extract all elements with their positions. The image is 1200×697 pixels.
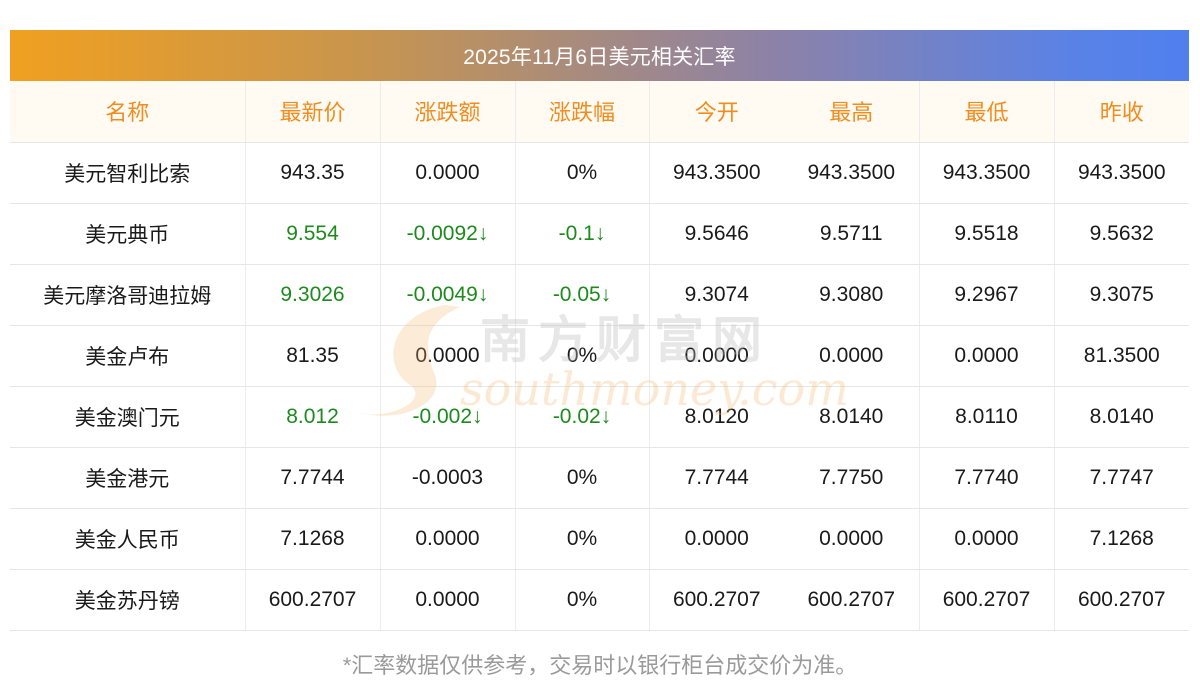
cell-change: 0.0000: [379, 569, 515, 631]
cell-open: 9.5646: [648, 203, 784, 265]
cell-change-pct: -0.02↓: [514, 386, 649, 448]
table-row: 美金港元 7.7744 -0.0003 0% 7.7744 7.7750 7.7740 7.7…: [10, 447, 1189, 509]
cell-change: 0.0000: [379, 325, 515, 387]
cell-latest: 9.3026: [244, 264, 380, 326]
cell-high: 0.0000: [784, 508, 919, 570]
cell-open: 0.0000: [648, 325, 784, 387]
cell-prev-close: 600.2707: [1053, 569, 1189, 631]
cell-change: -0.002↓: [379, 386, 515, 448]
cell-high: 9.3080: [784, 264, 919, 326]
col-header-change-pct: 涨跌幅: [514, 81, 649, 143]
cell-change-pct: -0.05↓: [514, 264, 649, 326]
cell-prev-close: 943.3500: [1053, 142, 1189, 204]
cell-open: 0.0000: [648, 508, 784, 570]
cell-latest: 8.012: [244, 386, 380, 448]
cell-low: 9.2967: [918, 264, 1054, 326]
cell-low: 7.7740: [918, 447, 1054, 509]
cell-latest: 81.35: [244, 325, 380, 387]
cell-high: 7.7750: [784, 447, 919, 509]
cell-change-pct: 0%: [514, 142, 649, 204]
cell-change: -0.0049↓: [379, 264, 515, 326]
table-row: 美金澳门元 8.012 -0.002↓ -0.02↓ 8.0120 8.0140 8.011…: [10, 386, 1189, 448]
exchange-rate-table: 名称 最新价 涨跌额 涨跌幅 今开 最高 最低 昨收 美元智利比索 943.35 0…: [10, 81, 1189, 631]
cell-latest: 7.1268: [244, 508, 380, 570]
cell-high: 600.2707: [784, 569, 919, 631]
cell-low: 9.5518: [918, 203, 1054, 265]
cell-latest: 600.2707: [244, 569, 380, 631]
cell-prev-close: 8.0140: [1053, 386, 1189, 448]
col-header-prev-close: 昨收: [1053, 81, 1189, 143]
col-header-high: 最高: [784, 81, 919, 143]
cell-name: 美金港元: [10, 447, 245, 509]
cell-change-pct: 0%: [514, 569, 649, 631]
cell-prev-close: 7.7747: [1053, 447, 1189, 509]
cell-high: 943.3500: [784, 142, 919, 204]
cell-prev-close: 7.1268: [1053, 508, 1189, 570]
cell-change: 0.0000: [379, 142, 515, 204]
table-row: 美金苏丹镑 600.2707 0.0000 0% 600.2707 600.2707 600…: [10, 569, 1189, 631]
table-row: 美元典币 9.554 -0.0092↓ -0.1↓ 9.5646 9.5711 9.5518…: [10, 203, 1189, 265]
cell-change: 0.0000: [379, 508, 515, 570]
table-row: 美金卢布 81.35 0.0000 0% 0.0000 0.0000 0.0000 81.35…: [10, 325, 1189, 387]
col-header-latest: 最新价: [244, 81, 380, 143]
cell-open: 9.3074: [648, 264, 784, 326]
cell-open: 600.2707: [648, 569, 784, 631]
cell-name: 美金卢布: [10, 325, 245, 387]
table-row: 美金人民币 7.1268 0.0000 0% 0.0000 0.0000 0.0000 7.1…: [10, 508, 1189, 570]
cell-name: 美元典币: [10, 203, 245, 265]
cell-change-pct: 0%: [514, 447, 649, 509]
cell-name: 美金人民币: [10, 508, 245, 570]
cell-change: -0.0092↓: [379, 203, 515, 265]
cell-change-pct: 0%: [514, 508, 649, 570]
cell-latest: 9.554: [244, 203, 380, 265]
table-title: 2025年11月6日美元相关汇率: [10, 30, 1189, 81]
rates-panel: 2025年11月6日美元相关汇率 名称 最新价 涨跌额 涨跌幅 今开 最高 最低…: [10, 30, 1189, 631]
table-row: 美元摩洛哥迪拉姆 9.3026 -0.0049↓ -0.05↓ 9.3074 9.3080…: [10, 264, 1189, 326]
col-header-open: 今开: [648, 81, 784, 143]
cell-low: 0.0000: [918, 325, 1054, 387]
cell-change: -0.0003: [379, 447, 515, 509]
cell-high: 8.0140: [784, 386, 919, 448]
cell-open: 943.3500: [648, 142, 784, 204]
cell-low: 8.0110: [918, 386, 1054, 448]
cell-name: 美元智利比索: [10, 142, 245, 204]
cell-name: 美元摩洛哥迪拉姆: [10, 264, 245, 326]
cell-name: 美金苏丹镑: [10, 569, 245, 631]
table-row: 美元智利比索 943.35 0.0000 0% 943.3500 943.3500 943.…: [10, 142, 1189, 204]
cell-prev-close: 9.5632: [1053, 203, 1189, 265]
disclaimer-footnote: *汇率数据仅供参考，交易时以银行柜台成交价为准。: [342, 653, 858, 678]
cell-low: 0.0000: [918, 508, 1054, 570]
cell-change-pct: -0.1↓: [514, 203, 649, 265]
cell-open: 8.0120: [648, 386, 784, 448]
cell-prev-close: 9.3075: [1053, 264, 1189, 326]
col-header-change: 涨跌额: [379, 81, 515, 143]
col-header-low: 最低: [918, 81, 1054, 143]
cell-low: 943.3500: [918, 142, 1054, 204]
cell-high: 9.5711: [784, 203, 919, 265]
cell-latest: 7.7744: [244, 447, 380, 509]
cell-open: 7.7744: [648, 447, 784, 509]
cell-prev-close: 81.3500: [1053, 325, 1189, 387]
cell-high: 0.0000: [784, 325, 919, 387]
cell-change-pct: 0%: [514, 325, 649, 387]
cell-name: 美金澳门元: [10, 386, 245, 448]
cell-low: 600.2707: [918, 569, 1054, 631]
cell-latest: 943.35: [244, 142, 380, 204]
table-header-row: 名称 最新价 涨跌额 涨跌幅 今开 最高 最低 昨收: [10, 81, 1189, 143]
col-header-name: 名称: [10, 81, 245, 143]
